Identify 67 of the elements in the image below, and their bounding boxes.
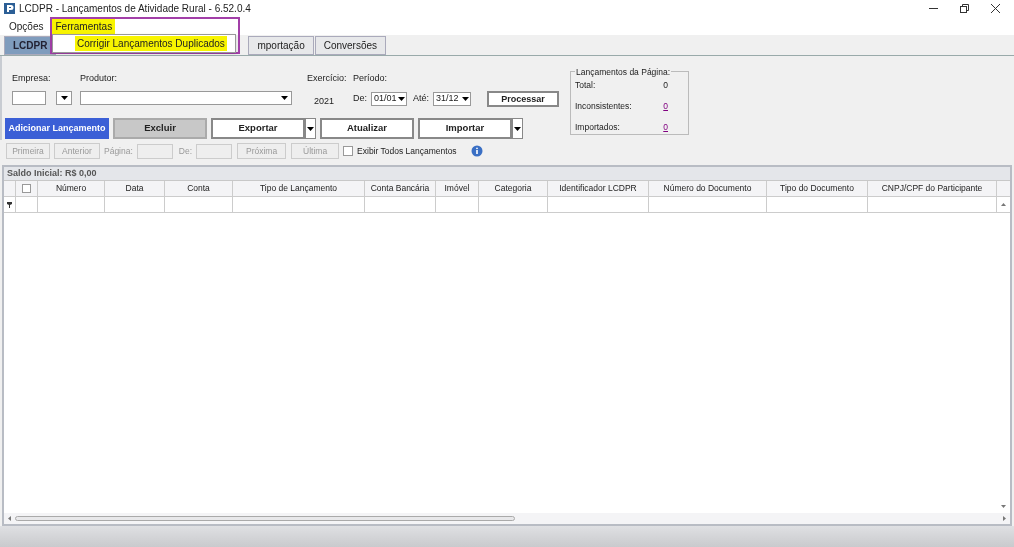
- tab[interactable]: Conversões: [314, 36, 387, 55]
- count-value: 0: [663, 79, 668, 92]
- app-logo-icon: [4, 3, 15, 14]
- field-label: Página:: [104, 144, 133, 158]
- restore-icon[interactable]: [960, 4, 969, 13]
- caret-icon: [514, 126, 521, 131]
- column-header[interactable]: Conta Bancária: [365, 181, 436, 196]
- window-title: LCDPR - Lançamentos de Atividade Rural - 6.52.0.4: [19, 2, 251, 16]
- count-link[interactable]: 0: [663, 99, 668, 113]
- column-header[interactable]: Imóvel: [436, 181, 479, 196]
- empresa-field[interactable]: [12, 90, 46, 105]
- action-button[interactable]: Excluir: [113, 118, 207, 139]
- column-header[interactable]: Número do Documento: [649, 181, 767, 196]
- page-count-field[interactable]: [196, 143, 233, 159]
- action-button[interactable]: Adicionar Lançamento: [5, 118, 109, 139]
- field-label: Empresa:: [12, 72, 52, 85]
- scroll-down-icon[interactable]: [1000, 505, 1006, 508]
- checkbox-label: Exibir Todos Lançamentos: [357, 144, 457, 158]
- group-title: Lançamentos da Página:: [575, 66, 672, 79]
- action-button[interactable]: Importar: [418, 118, 512, 139]
- scroll-right-icon[interactable]: [1003, 516, 1006, 521]
- scroll-left-icon[interactable]: [8, 516, 11, 521]
- grid-caption: Saldo Inicial: R$ 0,00: [7, 166, 97, 180]
- column-header[interactable]: Data: [105, 181, 165, 196]
- dropdown-button[interactable]: [305, 118, 316, 139]
- caret-icon: [462, 96, 470, 101]
- caret-icon: [60, 95, 68, 100]
- count-link[interactable]: 0: [663, 120, 668, 134]
- field-label: Exercício:: [307, 72, 348, 85]
- column-header[interactable]: Categoria: [479, 181, 548, 196]
- menu-item[interactable]: Opções: [6, 17, 47, 35]
- horizontal-scrollbar[interactable]: [4, 513, 1010, 524]
- column-header[interactable]: Número: [38, 181, 105, 196]
- scroll-up-icon[interactable]: [1000, 203, 1006, 206]
- filter-row-icon: [7, 201, 12, 208]
- dropdown-button[interactable]: [512, 118, 523, 139]
- close-icon[interactable]: [991, 4, 1000, 13]
- page-field[interactable]: [136, 143, 173, 159]
- menu-entry[interactable]: Corrigir Lançamentos Duplicados: [75, 36, 227, 51]
- column-header[interactable]: Tipo do Documento: [767, 181, 868, 196]
- caret-icon: [398, 96, 405, 101]
- summary-label: Inconsistentes:: [575, 99, 632, 113]
- info-icon[interactable]: [470, 145, 483, 157]
- field-label: Produtor:: [80, 72, 119, 85]
- produtor-select[interactable]: [80, 90, 292, 105]
- action-button[interactable]: Exportar: [211, 118, 305, 139]
- dropdown-button[interactable]: [56, 90, 72, 105]
- process-button[interactable]: Processar: [487, 90, 560, 107]
- column-header[interactable]: Conta: [165, 181, 233, 196]
- field-label: De:: [178, 144, 193, 158]
- field-label: Até:: [413, 91, 430, 105]
- action-button[interactable]: Atualizar: [320, 118, 414, 139]
- date-select[interactable]: 01/01: [371, 91, 407, 106]
- select-all-checkbox[interactable]: [22, 184, 31, 193]
- show-all-checkbox[interactable]: [343, 146, 354, 156]
- field-label: Período:: [353, 72, 389, 85]
- summary-label: Importados:: [575, 120, 620, 134]
- exercicio-value: 2021: [313, 94, 336, 108]
- column-header[interactable]: CNPJ/CPF do Participante: [868, 181, 997, 196]
- field-label: De:: [353, 91, 367, 105]
- tab[interactable]: mportação: [248, 36, 314, 55]
- column-header[interactable]: Identificador LCDPR: [548, 181, 649, 196]
- summary-label: Total:: [575, 79, 596, 92]
- date-select[interactable]: 31/12: [433, 91, 472, 106]
- caret-icon: [281, 95, 288, 100]
- column-header[interactable]: Tipo de Lançamento: [233, 181, 365, 196]
- caret-icon: [307, 126, 314, 131]
